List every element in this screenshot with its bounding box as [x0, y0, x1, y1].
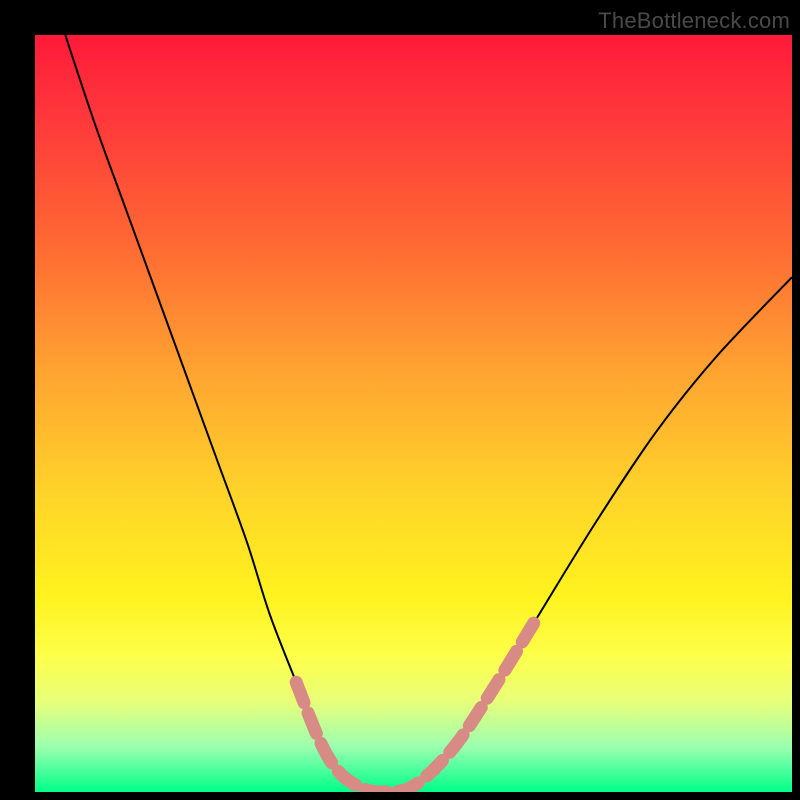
curve-highlight — [296, 622, 534, 792]
curve-line — [65, 35, 792, 792]
bottleneck-curve-svg — [35, 35, 792, 792]
plot-area — [35, 35, 792, 792]
watermark-text: TheBottleneck.com — [598, 8, 790, 34]
chart-frame: TheBottleneck.com — [0, 0, 800, 800]
